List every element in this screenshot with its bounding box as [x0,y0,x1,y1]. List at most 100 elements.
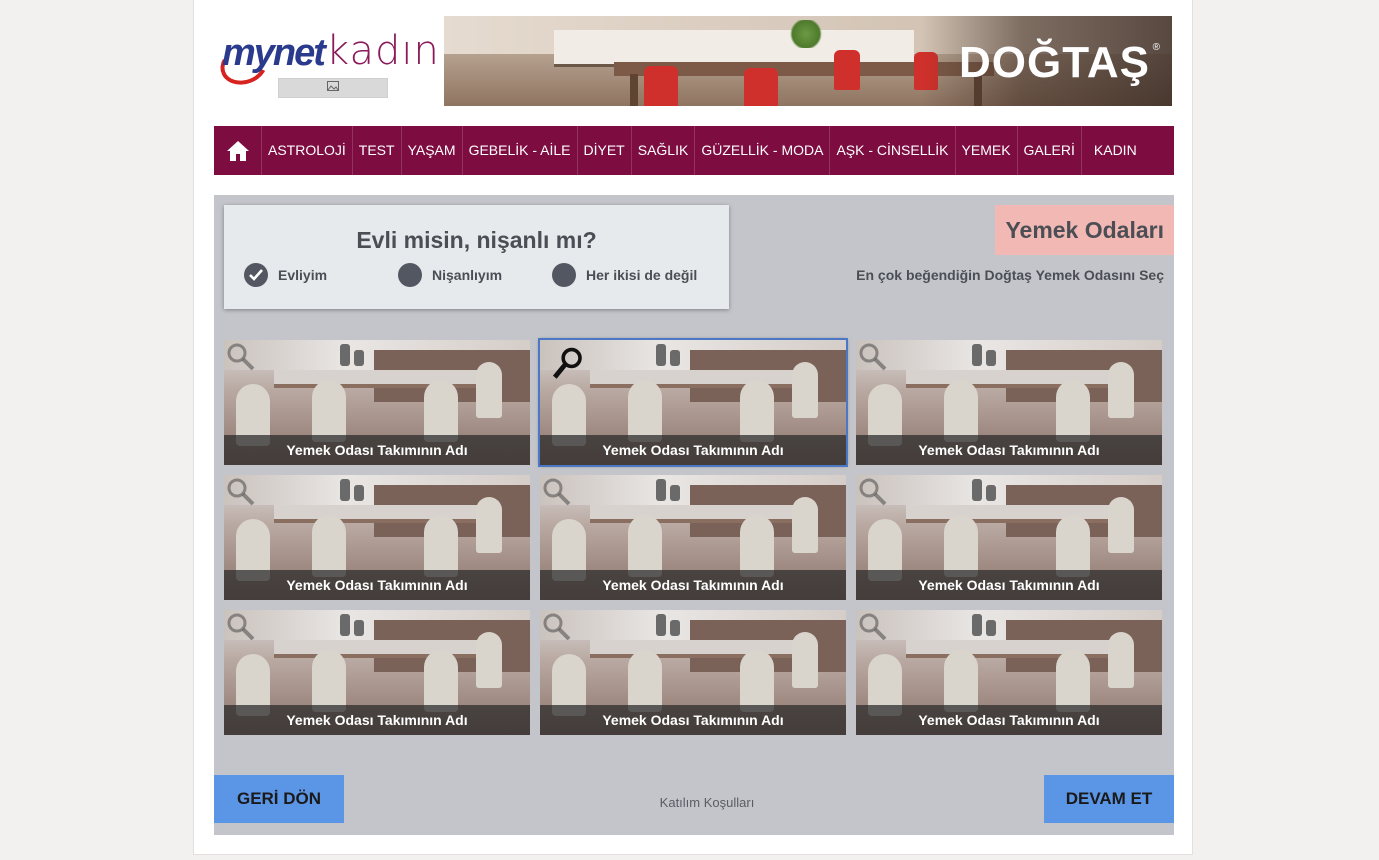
card-caption: Yemek Odası Takımının Adı [224,570,530,600]
card-photo-vase [340,344,350,366]
product-card[interactable]: Yemek Odası Takımının Adı [540,610,846,735]
magnifier-icon[interactable] [226,477,256,507]
card-photo-vase [340,479,350,501]
card-photo-chair [792,632,818,688]
card-photo-chair [944,515,978,577]
card-caption: Yemek Odası Takımının Adı [540,570,846,600]
card-photo-vase [354,350,364,366]
poll-box: Evli misin, nişanlı mı? Evliyim Nişanlıy… [224,205,729,309]
nav-item-yemek[interactable]: YEMEK [956,126,1018,175]
nav-item-saglik[interactable]: SAĞLIK [632,126,696,175]
card-caption: Yemek Odası Takımının Adı [856,705,1162,735]
card-photo-chair [792,362,818,418]
card-caption: Yemek Odası Takımının Adı [856,435,1162,465]
card-photo-chair [1056,380,1090,442]
banner-brand: DOĞTAŞ [959,38,1150,87]
nav-item-kadin[interactable]: KADIN [1082,126,1143,175]
nav-item-gebelik-aile[interactable]: GEBELİK - AİLE [463,126,578,175]
continue-button[interactable]: DEVAM ET [1044,775,1174,823]
image-placeholder-icon [327,81,339,91]
dogtas-ad-banner[interactable]: DOĞTAŞ ® [444,16,1172,106]
nav-item-astroloji[interactable]: ASTROLOJİ [262,126,353,175]
banner-registered-mark: ® [1152,42,1160,53]
card-photo-vase [972,344,982,366]
home-icon[interactable] [214,126,262,175]
card-photo-chair [312,515,346,577]
poll-option-evliyim[interactable]: Evliyim [244,263,327,287]
card-photo-chair [424,650,458,712]
card-photo-chair [944,380,978,442]
poll-option-label: Her ikisi de değil [586,267,698,283]
product-card[interactable]: Yemek Odası Takımının Adı [224,340,530,465]
card-photo-chair [628,380,662,442]
main-nav: ASTROLOJİ TEST YAŞAM GEBELİK - AİLE DİYE… [214,126,1174,175]
magnifier-icon[interactable] [542,612,572,642]
card-photo-vase [354,485,364,501]
card-photo-chair [1108,632,1134,688]
mynet-kadin-logo[interactable]: mynet kadın [214,28,439,92]
product-card[interactable]: Yemek Odası Takımının Adı [540,475,846,600]
magnifier-icon[interactable] [858,612,888,642]
poll-option-label: Evliyim [278,267,328,283]
card-photo-vase [972,479,982,501]
home-svg-icon [226,140,249,161]
image-icon [278,78,388,98]
card-photo-chair [740,650,774,712]
card-photo-chair [424,515,458,577]
nav-item-yasam[interactable]: YAŞAM [402,126,463,175]
checkmark-svg-icon [249,269,263,281]
product-card[interactable]: Yemek Odası Takımının Adı [856,610,1162,735]
poll-option-label: Nişanlıyım [432,267,503,283]
product-card[interactable]: Yemek Odası Takımının Adı [224,610,530,735]
nav-item-guzellik-moda[interactable]: GÜZELLİK - MODA [695,126,831,175]
product-card[interactable]: Yemek Odası Takımının Adı [538,338,848,467]
card-photo-chair [1056,650,1090,712]
product-card[interactable]: Yemek Odası Takımının Adı [224,475,530,600]
product-card[interactable]: Yemek Odası Takımının Adı [856,340,1162,465]
card-caption: Yemek Odası Takımının Adı [224,705,530,735]
card-caption: Yemek Odası Takımının Adı [540,435,846,465]
nav-item-galeri[interactable]: GALERİ [1018,126,1082,175]
magnifier-icon[interactable] [858,342,888,372]
nav-item-diyet[interactable]: DİYET [578,126,632,175]
magnifier-icon[interactable] [550,346,586,382]
magnifier-icon[interactable] [542,477,572,507]
card-photo-vase [656,614,666,636]
card-photo-vase [986,350,996,366]
card-photo-vase [986,620,996,636]
banner-chair [834,50,860,90]
card-photo-chair [312,650,346,712]
card-photo-chair [476,497,502,553]
card-photo-vase [670,350,680,366]
nav-item-test[interactable]: TEST [353,126,402,175]
radio-icon[interactable] [398,263,422,287]
section-title: Yemek Odaları [995,205,1174,255]
banner-table-leg [630,74,638,106]
card-photo-chair [740,515,774,577]
page-container: mynet kadın DOĞTAŞ ® ASTROLOJİ TEST YAŞA… [193,0,1193,855]
radio-icon[interactable] [552,263,576,287]
nav-item-ask-cinsellik[interactable]: AŞK - CİNSELLİK [830,126,956,175]
card-photo-chair [424,380,458,442]
poll-question: Evli misin, nişanlı mı? [356,227,597,253]
card-photo-vase [670,620,680,636]
poll-option-nisanliyim[interactable]: Nişanlıyım [398,263,502,287]
card-photo-chair [944,650,978,712]
card-caption: Yemek Odası Takımının Adı [856,570,1162,600]
check-icon[interactable] [244,263,268,287]
magnifier-icon[interactable] [858,477,888,507]
card-caption: Yemek Odası Takımının Adı [224,435,530,465]
card-caption: Yemek Odası Takımının Adı [540,705,846,735]
card-photo-vase [656,479,666,501]
card-photo-chair [1108,497,1134,553]
card-photo-chair [1108,362,1134,418]
card-photo-chair [476,362,502,418]
card-photo-vase [986,485,996,501]
magnifier-icon[interactable] [226,342,256,372]
card-photo-chair [792,497,818,553]
product-card[interactable]: Yemek Odası Takımının Adı [856,475,1162,600]
magnifier-icon[interactable] [226,612,256,642]
poll-option-her-ikisi-de-degil[interactable]: Her ikisi de değil [552,263,697,287]
card-photo-chair [476,632,502,688]
banner-chair [644,66,678,106]
